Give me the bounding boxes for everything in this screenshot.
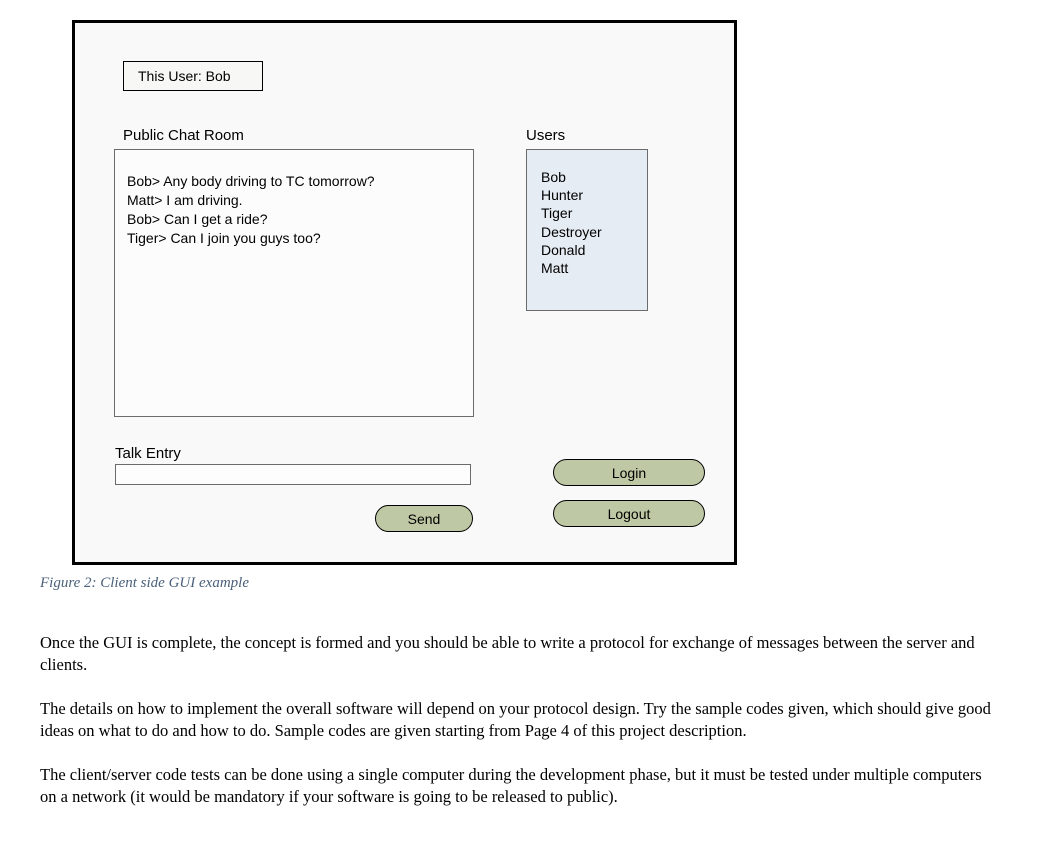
login-button[interactable]: Login [553,459,705,486]
list-item[interactable]: Hunter [541,186,637,204]
chat-room-label: Public Chat Room [123,127,244,144]
chat-line: Bob> Any body driving to TC tomorrow? [127,172,461,191]
talk-entry-input[interactable] [115,464,471,485]
users-list-label: Users [526,127,565,144]
list-item[interactable]: Tiger [541,204,637,222]
paragraph: Once the GUI is complete, the concept is… [40,632,998,676]
current-user-label: This User: Bob [138,68,231,84]
send-button[interactable]: Send [375,505,473,532]
paragraph: The client/server code tests can be done… [40,764,998,808]
list-item[interactable]: Donald [541,241,637,259]
document-body: Once the GUI is complete, the concept is… [40,632,998,808]
list-item[interactable]: Matt [541,259,637,277]
chat-line: Matt> I am driving. [127,191,461,210]
talk-entry-label: Talk Entry [115,445,181,462]
figure-caption: Figure 2: Client side GUI example [40,575,1038,592]
gui-window: This User: Bob Public Chat Room Users Bo… [72,20,737,565]
chat-line: Bob> Can I get a ride? [127,210,461,229]
logout-button[interactable]: Logout [553,500,705,527]
list-item[interactable]: Destroyer [541,223,637,241]
current-user-box: This User: Bob [123,61,263,91]
users-list[interactable]: Bob Hunter Tiger Destroyer Donald Matt [526,149,648,311]
list-item[interactable]: Bob [541,168,637,186]
paragraph: The details on how to implement the over… [40,698,998,742]
chat-line: Tiger> Can I join you guys too? [127,229,461,248]
chat-log[interactable]: Bob> Any body driving to TC tomorrow? Ma… [114,149,474,417]
